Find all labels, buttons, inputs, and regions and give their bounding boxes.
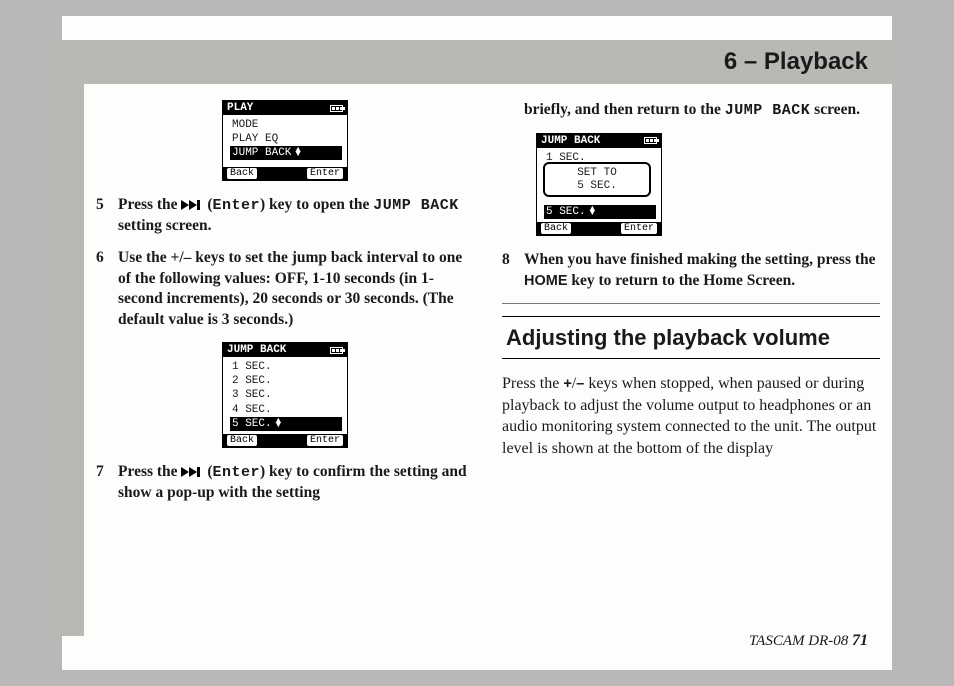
- lcd-row: 4 SEC.: [230, 403, 342, 417]
- lcd-body: 1 SEC. SET TO 5 SEC. 5 SEC.▲▼: [537, 148, 661, 222]
- lcd-play-menu: PLAY MODE PLAY EQ JUMP BACK▲▼ Back Enter: [222, 100, 348, 181]
- step-text: Use the +/– keys to set the jump back in…: [118, 248, 474, 330]
- lcd-row-selected: JUMP BACK▲▼: [230, 146, 342, 160]
- lcd-footer: Back Enter: [223, 167, 347, 180]
- right-column: briefly, and then return to the JUMP BAC…: [502, 100, 880, 503]
- step-6: 6 Use the +/– keys to set the jump back …: [96, 248, 474, 330]
- popup-line1: SET TO: [547, 167, 647, 180]
- jump-back-label: JUMP BACK: [725, 102, 811, 119]
- left-column: PLAY MODE PLAY EQ JUMP BACK▲▼ Back Enter…: [96, 100, 474, 503]
- battery-icon: [330, 105, 343, 112]
- step-text: Press the (Enter) key to open the JUMP B…: [118, 195, 474, 236]
- lcd-row-selected: 5 SEC.▲▼: [544, 205, 656, 219]
- fast-forward-icon: [181, 467, 203, 477]
- section-heading: Adjusting the playback volume: [502, 316, 880, 359]
- body-paragraph: Press the +/– keys when stopped, when pa…: [502, 373, 880, 459]
- lcd-title: JUMP BACK: [227, 344, 286, 356]
- lcd-row: 1 SEC.: [230, 360, 342, 374]
- popup-line2: 5 SEC.: [547, 180, 647, 193]
- step-8: 8 When you have finished making the sett…: [502, 250, 880, 291]
- lcd-foot-left: Back: [541, 223, 571, 234]
- home-key-label: HOME: [524, 273, 568, 289]
- page-header: 6 – Playback: [62, 40, 892, 84]
- step-text: Press the (Enter) key to confirm the set…: [118, 462, 474, 503]
- page-number: 71: [852, 632, 868, 649]
- lcd-footer: Back Enter: [223, 434, 347, 447]
- lcd-title-bar: PLAY: [223, 101, 347, 115]
- updown-icon: ▲▼: [590, 207, 595, 215]
- step-7: 7 Press the (Enter) key to confirm the s…: [96, 462, 474, 503]
- updown-icon: ▲▼: [276, 419, 281, 427]
- lcd-body: 1 SEC. 2 SEC. 3 SEC. 4 SEC. 5 SEC.▲▼: [223, 357, 347, 433]
- page-footer: TASCAM DR-08 71: [749, 632, 868, 650]
- updown-icon: ▲▼: [295, 148, 300, 156]
- enter-key-label: Enter: [212, 464, 260, 481]
- lcd-footer: Back Enter: [537, 222, 661, 235]
- lcd-row: 2 SEC.: [230, 374, 342, 388]
- lcd-row: 3 SEC.: [230, 388, 342, 402]
- manual-page: 6 – Playback PLAY MODE PLAY EQ JUMP BACK…: [62, 16, 892, 670]
- step-number: 5: [96, 195, 118, 236]
- lcd-foot-left: Back: [227, 168, 257, 179]
- step-number: 8: [502, 250, 524, 291]
- battery-icon: [644, 137, 657, 144]
- lcd-foot-left: Back: [227, 435, 257, 446]
- lcd-title-bar: JUMP BACK: [223, 343, 347, 357]
- lcd-row: MODE: [230, 118, 342, 132]
- enter-key-label: Enter: [212, 197, 260, 214]
- lcd-jump-back-list: JUMP BACK 1 SEC. 2 SEC. 3 SEC. 4 SEC. 5 …: [222, 342, 348, 448]
- jump-back-label: JUMP BACK: [373, 197, 459, 214]
- plus-key: +: [563, 376, 571, 392]
- lcd-row: PLAY EQ: [230, 132, 342, 146]
- product-name: TASCAM DR-08: [749, 633, 852, 649]
- step-7-continued: briefly, and then return to the JUMP BAC…: [502, 100, 880, 121]
- lcd-title: JUMP BACK: [541, 135, 600, 147]
- step-text: briefly, and then return to the JUMP BAC…: [524, 100, 880, 121]
- lcd-foot-right: Enter: [621, 223, 657, 234]
- lcd-foot-right: Enter: [307, 435, 343, 446]
- divider: [502, 303, 880, 304]
- step-number: 6: [96, 248, 118, 330]
- lcd-title-bar: JUMP BACK: [537, 134, 661, 148]
- step-text: When you have finished making the settin…: [524, 250, 880, 291]
- battery-icon: [330, 347, 343, 354]
- fast-forward-icon: [181, 200, 203, 210]
- lcd-foot-right: Enter: [307, 168, 343, 179]
- lcd-popup: SET TO 5 SEC.: [543, 162, 651, 197]
- lcd-title: PLAY: [227, 102, 253, 114]
- left-margin-stripe: [62, 40, 84, 636]
- step-number: 7: [96, 462, 118, 503]
- step-5: 5 Press the (Enter) key to open the JUMP…: [96, 195, 474, 236]
- chapter-title: 6 – Playback: [724, 48, 868, 76]
- lcd-body: MODE PLAY EQ JUMP BACK▲▼: [223, 115, 347, 167]
- lcd-row-selected: 5 SEC.▲▼: [230, 417, 342, 431]
- step-spacer: [502, 100, 524, 121]
- content-columns: PLAY MODE PLAY EQ JUMP BACK▲▼ Back Enter…: [96, 100, 886, 503]
- lcd-jump-back-popup: JUMP BACK 1 SEC. SET TO 5 SEC. 5 SEC.▲▼ …: [536, 133, 662, 236]
